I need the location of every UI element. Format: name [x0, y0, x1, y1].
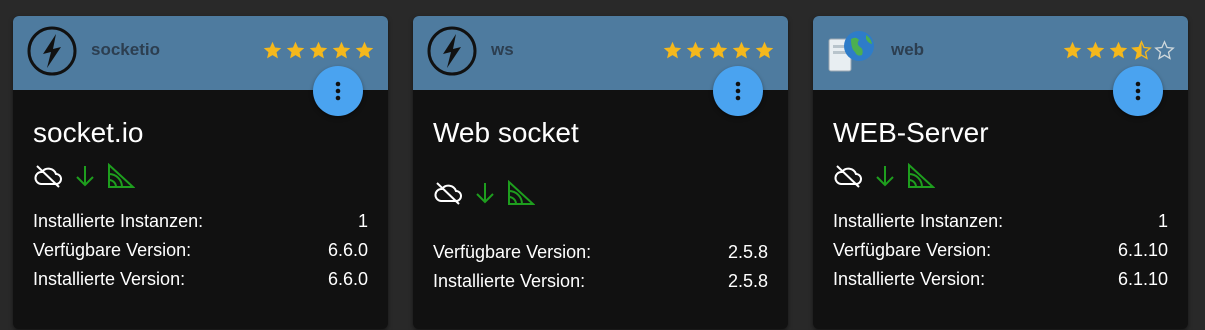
status-icons [433, 180, 535, 206]
star-icon[interactable] [1108, 40, 1129, 61]
info-row: Verfügbare Version: 2.5.8 [433, 242, 768, 262]
info-table: Installierte Instanzen: 1 Verfügbare Vers… [33, 207, 368, 294]
more-menu-button[interactable] [313, 66, 363, 116]
star-icon[interactable] [731, 40, 752, 61]
more-menu-button[interactable] [1113, 66, 1163, 116]
star-half-icon[interactable] [1131, 40, 1152, 61]
info-row: Verfügbare Version: 6.1.10 [833, 240, 1168, 260]
web-server-globe-icon [826, 25, 878, 77]
more-vert-icon [335, 81, 341, 101]
star-icon[interactable] [285, 40, 306, 61]
adapter-card-ws: ws Web socket Verfügbare Version: 2.5.8 I… [413, 16, 788, 329]
connected-signal-icon [907, 163, 935, 189]
cloud-off-icon [433, 181, 463, 205]
star-icon[interactable] [262, 40, 283, 61]
info-row: Installierte Instanzen: 1 [33, 211, 368, 231]
info-row: Installierte Version: 6.1.10 [833, 269, 1168, 289]
info-table: Verfügbare Version: 2.5.8 Installierte Ve… [433, 238, 768, 296]
more-menu-button[interactable] [713, 66, 763, 116]
star-icon[interactable] [331, 40, 352, 61]
socketio-logo-icon [26, 25, 78, 77]
star-outline-icon[interactable] [1154, 40, 1175, 61]
adapter-card-socketio: socketio socket.io Installierte Instanze… [13, 16, 388, 329]
info-row: Installierte Version: 2.5.8 [433, 271, 768, 291]
arrow-down-icon [75, 164, 95, 188]
adapter-title: WEB-Server [833, 117, 989, 148]
adapter-title: socket.io [33, 117, 144, 148]
status-icons [33, 163, 135, 189]
star-icon[interactable] [354, 40, 375, 61]
more-vert-icon [735, 81, 741, 101]
status-icons [833, 163, 935, 189]
cloud-off-icon [833, 164, 863, 188]
socketio-logo-icon [426, 25, 478, 77]
adapter-name: ws [491, 40, 514, 59]
arrow-down-icon [475, 181, 495, 205]
info-row: Installierte Instanzen: 1 [833, 211, 1168, 231]
star-icon[interactable] [685, 40, 706, 61]
adapter-title: Web socket [433, 117, 579, 148]
connected-signal-icon [507, 180, 535, 206]
info-row: Installierte Version: 6.6.0 [33, 269, 368, 289]
arrow-down-icon [875, 164, 895, 188]
info-table: Installierte Instanzen: 1 Verfügbare Vers… [833, 207, 1168, 294]
star-icon[interactable] [708, 40, 729, 61]
rating-stars[interactable] [1062, 40, 1175, 62]
star-icon[interactable] [1062, 40, 1083, 61]
connected-signal-icon [107, 163, 135, 189]
adapter-name: socketio [91, 40, 160, 59]
star-icon[interactable] [308, 40, 329, 61]
star-icon[interactable] [662, 40, 683, 61]
cloud-off-icon [33, 164, 63, 188]
rating-stars[interactable] [262, 40, 375, 62]
star-icon[interactable] [754, 40, 775, 61]
adapter-card-web: web WEB-Server Installierte Instanzen: 1 … [813, 16, 1188, 329]
info-row: Verfügbare Version: 6.6.0 [33, 240, 368, 260]
more-vert-icon [1135, 81, 1141, 101]
adapter-name: web [891, 40, 925, 59]
rating-stars[interactable] [662, 40, 775, 62]
star-icon[interactable] [1085, 40, 1106, 61]
